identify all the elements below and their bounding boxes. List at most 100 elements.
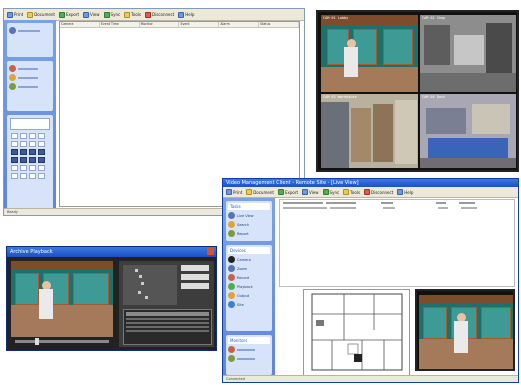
layout-button[interactable] — [29, 173, 36, 179]
toolbar-document-button[interactable]: Document — [27, 11, 55, 18]
layout-button[interactable] — [38, 141, 45, 147]
layout-button[interactable] — [20, 173, 27, 179]
toolbar-export-button[interactable]: Export — [277, 189, 298, 195]
layout-button[interactable] — [20, 157, 27, 163]
task-item[interactable] — [9, 83, 51, 90]
main-client-window: Video Management Client - Remote Site - … — [222, 178, 519, 383]
toolbar-help-button[interactable]: Help — [397, 189, 413, 195]
side-item-camera[interactable]: Camera — [228, 256, 270, 263]
side-item-zoom[interactable]: Zoom — [228, 265, 270, 272]
panel-header[interactable]: Tasks — [228, 203, 270, 210]
toolbar-help-button[interactable]: Help — [178, 11, 194, 18]
layout-button[interactable] — [38, 173, 45, 179]
layout-button[interactable] — [29, 149, 36, 155]
playback-title-bar: Archive Playback — [7, 247, 216, 257]
alarm-list[interactable] — [279, 199, 515, 287]
side-item-record[interactable]: Record — [228, 274, 270, 281]
side-item-output[interactable]: Output — [228, 292, 270, 299]
layout-button[interactable] — [20, 165, 27, 171]
layout-button[interactable] — [20, 149, 27, 155]
help-icon — [178, 11, 185, 18]
layout-button[interactable] — [11, 149, 18, 155]
camera-label: CAM 02 Shop — [422, 16, 446, 20]
toolbar-sync-button[interactable]: Sync — [322, 189, 339, 195]
status-bar: Connected — [223, 375, 518, 382]
live-camera-feed[interactable] — [415, 289, 515, 371]
timeline-slider[interactable] — [15, 338, 109, 345]
document-icon — [246, 189, 253, 195]
camera-feed-4[interactable]: CAM 04 Dock — [420, 94, 516, 168]
panel-header[interactable]: Devices — [228, 247, 270, 254]
layout-button[interactable] — [38, 165, 45, 171]
task-item[interactable] — [9, 65, 51, 72]
task-pane: Tasks Live View Search Report Devices Ca… — [223, 198, 275, 376]
side-item-report[interactable]: Report — [228, 230, 270, 237]
side-item-monitor[interactable] — [228, 346, 270, 353]
layout-button[interactable] — [11, 141, 18, 147]
layout-button[interactable] — [29, 133, 36, 139]
layout-button[interactable] — [11, 173, 18, 179]
control-field-2[interactable] — [181, 274, 209, 280]
monitor-icon — [228, 212, 235, 219]
layout-button[interactable] — [11, 165, 18, 171]
control-field-3[interactable] — [181, 283, 209, 289]
tools-icon — [343, 189, 350, 195]
camera-feed-1[interactable]: CAM 01 Lobby — [321, 15, 418, 92]
layout-button[interactable] — [29, 141, 36, 147]
export-icon — [277, 189, 284, 195]
column-header[interactable]: Status — [259, 22, 299, 27]
toolbar-view-button[interactable]: View — [83, 11, 100, 18]
layout-button[interactable] — [29, 157, 36, 163]
slider-thumb[interactable] — [35, 338, 39, 345]
column-header[interactable]: Camera — [60, 22, 100, 27]
toolbar-disconnect-button[interactable]: Disconnect — [364, 189, 393, 195]
toolbar-tools-button[interactable]: Tools — [343, 189, 360, 195]
close-icon[interactable] — [207, 248, 214, 255]
side-item-live-view[interactable]: Live View — [228, 212, 270, 219]
report-icon — [228, 230, 235, 237]
control-field-1[interactable] — [181, 265, 209, 271]
layout-button[interactable] — [20, 133, 27, 139]
floor-plan-map[interactable] — [303, 289, 410, 376]
toolbar-disconnect-button[interactable]: Disconnect — [145, 11, 174, 18]
task-item[interactable] — [9, 27, 51, 34]
record-icon — [228, 274, 235, 281]
side-item-monitor[interactable] — [228, 355, 270, 362]
toolbar-export-button[interactable]: Export — [58, 11, 79, 18]
camera-feed-2[interactable]: CAM 02 Shop — [420, 15, 516, 92]
layout-button[interactable] — [38, 157, 45, 163]
layout-button[interactable] — [29, 165, 36, 171]
zoom-icon — [228, 265, 235, 272]
column-header[interactable]: Event Time — [100, 22, 140, 27]
toolbar-document-button[interactable]: Document — [246, 189, 274, 195]
side-item-site[interactable]: Site — [228, 301, 270, 308]
toolbar-tools-button[interactable]: Tools — [124, 11, 141, 18]
task-panel-middle — [7, 61, 53, 111]
toolbar-print-button[interactable]: Print — [226, 189, 242, 195]
main-title-bar: Video Management Client - Remote Site - … — [223, 179, 518, 187]
event-list[interactable] — [123, 309, 212, 345]
camera-feed-3[interactable]: CAM 03 Warehouse — [321, 94, 418, 168]
tool-icon — [228, 355, 235, 362]
column-header[interactable]: Event — [179, 22, 220, 27]
view-icon — [83, 11, 90, 18]
layout-button[interactable] — [20, 141, 27, 147]
column-header[interactable]: Alarm — [219, 22, 260, 27]
camera-label: CAM 04 Dock — [422, 95, 446, 99]
side-item-playback[interactable]: Playback — [228, 283, 270, 290]
task-pane — [4, 20, 56, 215]
toolbar-sync-button[interactable]: Sync — [103, 11, 120, 18]
task-item[interactable] — [9, 74, 51, 81]
layout-button[interactable] — [38, 149, 45, 155]
side-item-search[interactable]: Search — [228, 221, 270, 228]
playback-window: Archive Playback — [6, 246, 217, 351]
column-header[interactable]: Monitor — [140, 22, 180, 27]
toolbar-print-button[interactable]: Print — [7, 11, 23, 18]
toolbar-view-button[interactable]: View — [302, 189, 319, 195]
panel-header[interactable]: Monitors — [228, 337, 270, 344]
layout-button[interactable] — [11, 133, 18, 139]
playback-video[interactable] — [11, 261, 113, 337]
document-icon — [27, 11, 34, 18]
layout-button[interactable] — [38, 133, 45, 139]
layout-button[interactable] — [11, 157, 18, 163]
